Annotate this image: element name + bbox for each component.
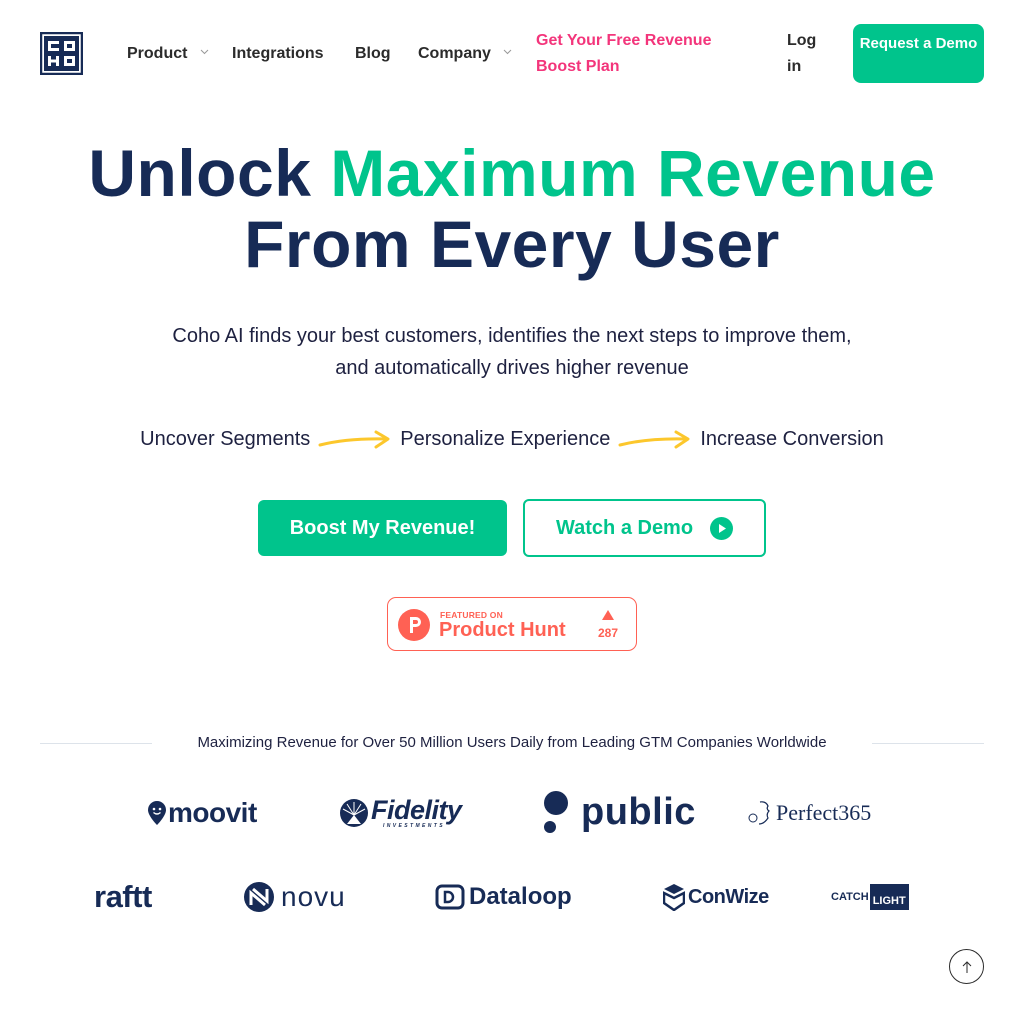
logo-fidelity: Fidelity INVESTMENTS [339, 795, 462, 831]
top-navigation: Product Integrations Blog Company Get Yo… [0, 0, 1024, 106]
logo-dataloop: Dataloop [435, 882, 572, 912]
novu-wordmark: novu [281, 881, 346, 912]
trust-heading: Maximizing Revenue for Over 50 Million U… [197, 734, 827, 751]
boost-revenue-button[interactable]: Boost My Revenue! [258, 500, 507, 556]
logo-moovit: moovit [147, 797, 257, 829]
arrow-up-icon [962, 960, 971, 973]
fidelity-subtext: INVESTMENTS [383, 823, 445, 829]
nav-product[interactable]: Product [127, 44, 209, 63]
catchlight-catch: CATCH [831, 891, 869, 903]
public-wordmark: public [581, 790, 696, 833]
catchlight-light: LIGHT [869, 884, 909, 910]
nav-blog[interactable]: Blog [355, 44, 391, 63]
raftt-wordmark: raftt [94, 879, 152, 914]
product-hunt-badge[interactable]: FEATURED ON Product Hunt 287 [387, 597, 637, 651]
hero-title-accent: Maximum Revenue [330, 136, 936, 210]
scroll-to-top-button[interactable] [949, 949, 984, 984]
upvote-triangle-icon [602, 610, 614, 620]
request-demo-button[interactable]: Request a Demo [853, 24, 984, 83]
logo-raftt: raftt [94, 879, 152, 915]
nav-company-label: Company [418, 45, 491, 62]
nav-integrations[interactable]: Integrations [232, 44, 324, 63]
watch-demo-label: Watch a Demo [556, 517, 694, 539]
login-link[interactable]: Log in [787, 28, 827, 80]
arrow-right-icon [318, 430, 390, 448]
ph-upvote-count: 287 [597, 626, 619, 640]
product-hunt-logo-icon [398, 609, 430, 641]
perfect365-wordmark: Perfect365 [776, 800, 872, 825]
hero-title-part1: Unlock [88, 136, 331, 210]
dataloop-mark-icon [435, 884, 465, 910]
step-uncover-segments: Uncover Segments [140, 428, 311, 450]
conwize-wordmark: ConWize [688, 885, 769, 908]
play-icon [710, 517, 733, 540]
ph-name: Product Hunt [439, 619, 566, 641]
fidelity-wordmark: Fidelity [371, 795, 462, 825]
hero-title: Unlock Maximum Revenue From Every User [0, 138, 1024, 280]
arrow-right-icon [618, 430, 690, 448]
hero-subtitle-line1: Coho AI finds your best customers, ident… [172, 325, 852, 347]
divider-right [872, 743, 984, 744]
conwize-cube-icon [663, 884, 685, 911]
step-personalize-experience: Personalize Experience [400, 428, 611, 450]
hero-title-line2: From Every User [244, 207, 780, 281]
public-dots-icon [544, 791, 568, 833]
nav-integrations-label: Integrations [232, 45, 324, 62]
moovit-pin-icon [148, 801, 166, 825]
step-increase-conversion: Increase Conversion [700, 428, 884, 450]
coho-logo[interactable] [40, 32, 83, 75]
moovit-wordmark: moovit [168, 797, 257, 828]
logo-conwize: ConWize [663, 882, 769, 912]
value-steps: Uncover Segments Personalize Experience … [0, 428, 1024, 451]
nav-company[interactable]: Company [418, 44, 512, 63]
logo-public: public [543, 790, 696, 834]
hero-subtitle: Coho AI finds your best customers, ident… [0, 320, 1024, 384]
logo-catchlight: CATCH LIGHT [831, 883, 909, 911]
fidelity-sunburst-icon [340, 799, 368, 827]
chevron-down-icon [504, 49, 512, 55]
logo-perfect365: Perfect365 [746, 797, 871, 829]
trust-heading-row: Maximizing Revenue for Over 50 Million U… [40, 733, 984, 755]
nav-blog-label: Blog [355, 45, 391, 62]
hero-subtitle-line2: and automatically drives higher revenue [335, 357, 689, 379]
watch-demo-button[interactable]: Watch a Demo [523, 499, 766, 557]
novu-mark-icon [244, 882, 274, 912]
nav-product-label: Product [127, 45, 188, 62]
logo-novu: novu [243, 880, 346, 914]
dataloop-wordmark: Dataloop [469, 883, 572, 910]
perfect365-face-icon [748, 801, 770, 825]
chevron-down-icon [200, 49, 209, 55]
free-revenue-plan-link[interactable]: Get Your Free Revenue Boost Plan [536, 28, 736, 80]
